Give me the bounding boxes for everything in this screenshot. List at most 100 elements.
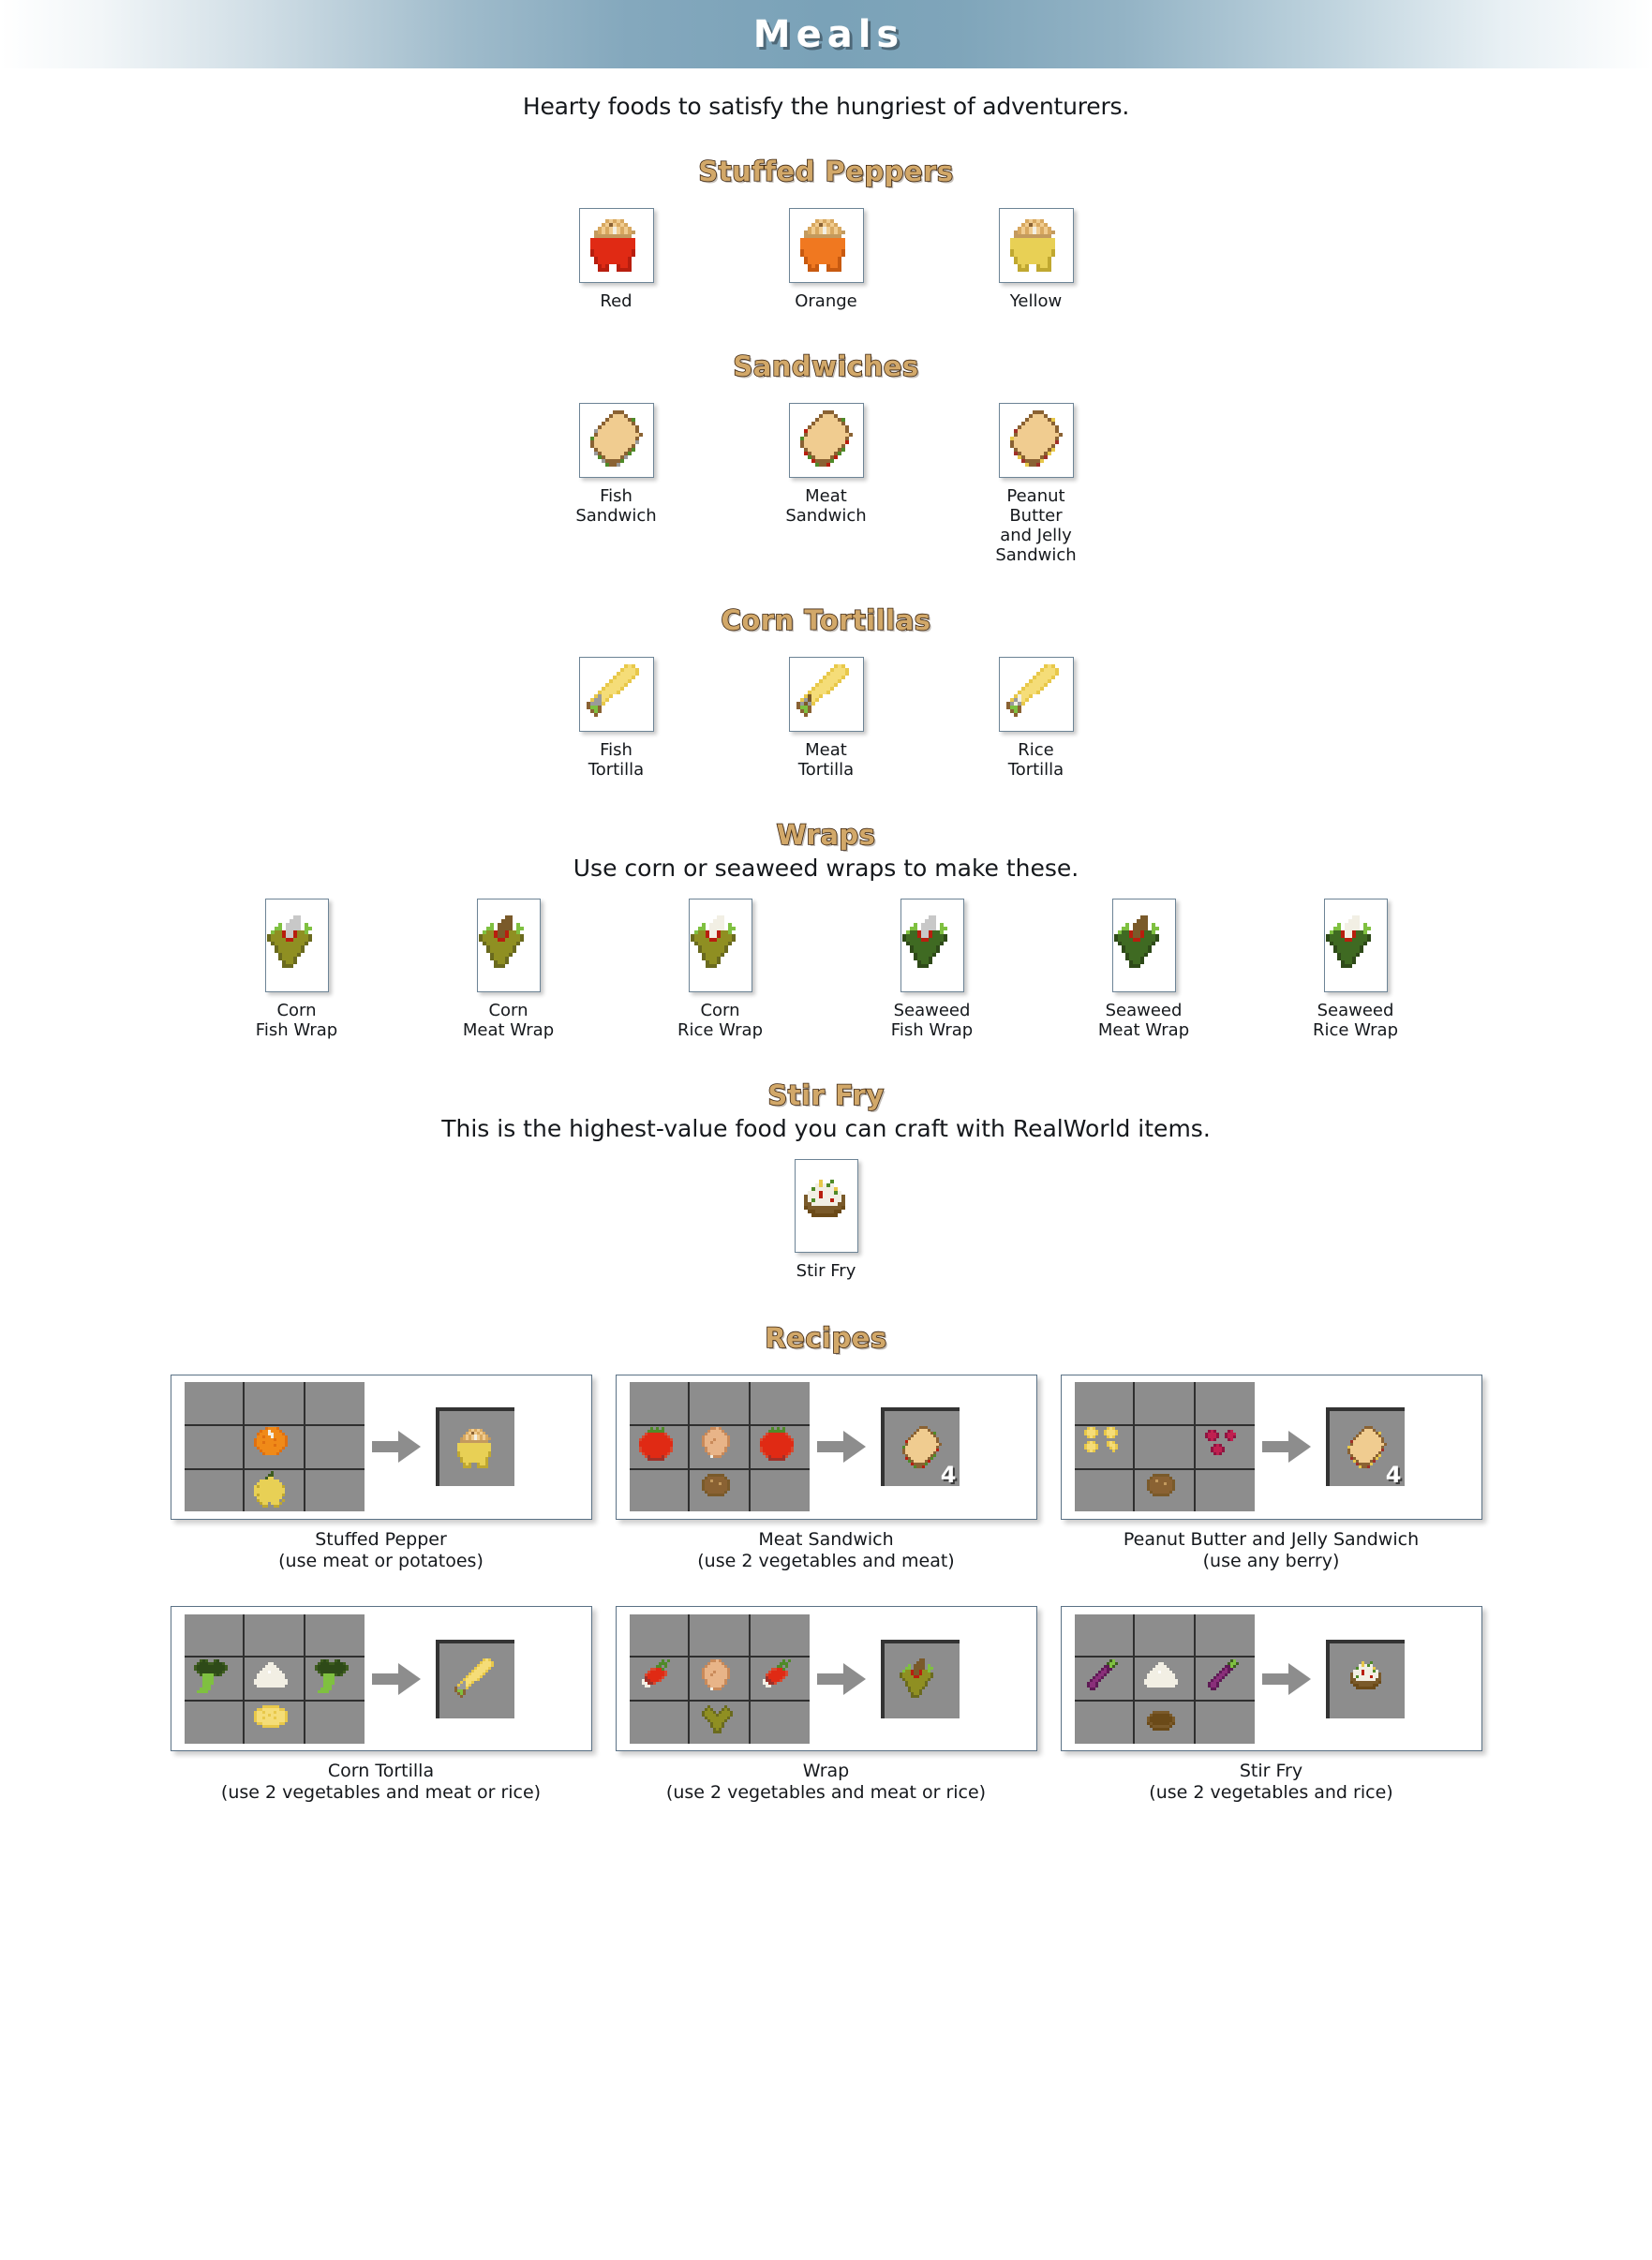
- craft-slot-7[interactable]: [245, 1469, 304, 1512]
- recipe-result-slot[interactable]: [435, 1639, 514, 1718]
- craft-slot-2[interactable]: [305, 1382, 365, 1424]
- craft-slot-8[interactable]: [305, 1701, 365, 1744]
- craft-slot-0[interactable]: [184, 1382, 244, 1424]
- item-stir-fry[interactable]: Stir Fry: [772, 1158, 881, 1281]
- craft-slot-6[interactable]: [1074, 1469, 1134, 1512]
- item-icon-box: [1111, 898, 1176, 992]
- craft-slot-2[interactable]: [305, 1613, 365, 1657]
- item-stuffed-pepper-orange[interactable]: Orange: [770, 207, 883, 311]
- craft-slot-2[interactable]: [750, 1613, 810, 1657]
- craft-slot-4[interactable]: [690, 1658, 749, 1700]
- recipe-result-slot[interactable]: 4: [1325, 1407, 1405, 1487]
- item-meat-sandwich[interactable]: Meat Sandwich: [770, 402, 883, 526]
- craft-slot-8[interactable]: [750, 1469, 810, 1512]
- craft-slot-0[interactable]: [1074, 1613, 1134, 1657]
- item-icon-box: [788, 402, 864, 478]
- craft-slot-4[interactable]: [690, 1425, 749, 1468]
- craft-arrow: [1255, 1662, 1318, 1695]
- craft-slot-5[interactable]: [1195, 1425, 1255, 1468]
- craft-slot-4[interactable]: [245, 1658, 304, 1700]
- item-meat-tortilla[interactable]: Meat Tortilla: [770, 656, 883, 780]
- recipe-result-slot[interactable]: [1325, 1639, 1405, 1718]
- craft-slot-6[interactable]: [1074, 1701, 1134, 1744]
- recipe-label: Stuffed Pepper (use meat or potatoes): [278, 1528, 484, 1571]
- craft-slot-5[interactable]: [305, 1658, 365, 1700]
- craft-slot-2[interactable]: [750, 1382, 810, 1424]
- item-corn-rice-wrap[interactable]: Corn Rice Wrap: [666, 898, 775, 1040]
- recipe-wrap[interactable]: Wrap (use 2 vegetables and meat or rice): [615, 1606, 1037, 1804]
- craft-slot-3[interactable]: [1074, 1658, 1134, 1700]
- stuffed-pepper-yellow-icon: [1006, 216, 1066, 275]
- item-row-wraps: Corn Fish Wrap Corn Meat Wrap Corn Rice Wr…: [0, 898, 1652, 1040]
- craft-slot-3[interactable]: [184, 1425, 244, 1468]
- craft-slot-8[interactable]: [305, 1469, 365, 1512]
- item-stuffed-pepper-red[interactable]: Red: [560, 207, 673, 311]
- craft-slot-7[interactable]: [1135, 1701, 1194, 1744]
- craft-slot-5[interactable]: [1195, 1658, 1255, 1700]
- recipe-pbj-sandwich[interactable]: 4 Peanut Butter and Jelly Sandwich (use a…: [1060, 1374, 1482, 1572]
- craft-slot-7[interactable]: [1135, 1469, 1194, 1512]
- item-fish-tortilla[interactable]: Fish Tortilla: [560, 656, 673, 780]
- item-pbj-sandwich[interactable]: Peanut Butter and Jelly Sandwich: [980, 402, 1093, 565]
- craft-slot-5[interactable]: [305, 1425, 365, 1468]
- item-rice-tortilla[interactable]: Rice Tortilla: [980, 656, 1093, 780]
- craft-slot-6[interactable]: [184, 1701, 244, 1744]
- craft-slot-7[interactable]: [690, 1469, 749, 1512]
- craft-slot-8[interactable]: [750, 1701, 810, 1744]
- craft-slot-8[interactable]: [1195, 1469, 1255, 1512]
- recipe-result-slot[interactable]: 4: [880, 1407, 960, 1487]
- item-stuffed-pepper-yellow[interactable]: Yellow: [980, 207, 1093, 311]
- craft-slot-2[interactable]: [1195, 1382, 1255, 1424]
- berries-icon: [1202, 1426, 1247, 1468]
- craft-slot-4[interactable]: [245, 1425, 304, 1468]
- pbj-sandwich-icon: [1006, 409, 1066, 470]
- recipe-label: Stir Fry (use 2 vegetables and rice): [1149, 1761, 1393, 1804]
- craft-slot-3[interactable]: [1074, 1425, 1134, 1468]
- craft-arrow: [365, 1431, 428, 1464]
- craft-slot-2[interactable]: [1195, 1613, 1255, 1657]
- crafting-grid: [629, 1613, 810, 1744]
- craft-slot-1[interactable]: [690, 1613, 749, 1657]
- recipe-result-slot[interactable]: [880, 1639, 960, 1718]
- craft-slot-0[interactable]: [629, 1613, 689, 1657]
- item-seaweed-fish-wrap[interactable]: Seaweed Fish Wrap: [878, 898, 987, 1040]
- craft-slot-6[interactable]: [629, 1469, 689, 1512]
- craft-slot-5[interactable]: [750, 1425, 810, 1468]
- item-fish-sandwich[interactable]: Fish Sandwich: [560, 402, 673, 526]
- craft-slot-3[interactable]: [184, 1658, 244, 1700]
- stuffed-pepper-red-icon: [587, 216, 647, 275]
- craft-slot-5[interactable]: [750, 1658, 810, 1700]
- craft-slot-1[interactable]: [690, 1382, 749, 1424]
- item-label: Stir Fry: [796, 1260, 856, 1281]
- recipe-result-slot[interactable]: [435, 1407, 514, 1487]
- craft-slot-0[interactable]: [1074, 1382, 1134, 1424]
- craft-slot-6[interactable]: [629, 1701, 689, 1744]
- item-corn-fish-wrap[interactable]: Corn Fish Wrap: [243, 898, 351, 1040]
- section-note-stir-fry: This is the highest-value food you can c…: [441, 1114, 1211, 1142]
- craft-slot-7[interactable]: [690, 1701, 749, 1744]
- recipe-meat-sandwich[interactable]: 4 Meat Sandwich (use 2 vegetables and mea…: [615, 1374, 1037, 1572]
- craft-slot-7[interactable]: [245, 1701, 304, 1744]
- craft-slot-6[interactable]: [184, 1469, 244, 1512]
- crafting-grid: [184, 1613, 365, 1744]
- craft-slot-0[interactable]: [184, 1613, 244, 1657]
- recipe-corn-tortilla[interactable]: Corn Tortilla (use 2 vegetables and meat…: [170, 1606, 592, 1804]
- craft-slot-4[interactable]: [1135, 1658, 1194, 1700]
- craft-slot-3[interactable]: [629, 1658, 689, 1700]
- craft-slot-1[interactable]: [245, 1613, 304, 1657]
- recipe-label: Corn Tortilla (use 2 vegetables and meat…: [220, 1761, 542, 1804]
- craft-slot-0[interactable]: [629, 1382, 689, 1424]
- craft-slot-4[interactable]: [1135, 1425, 1194, 1468]
- item-corn-meat-wrap[interactable]: Corn Meat Wrap: [454, 898, 563, 1040]
- recipe-stir-fry[interactable]: Stir Fry (use 2 vegetables and rice): [1060, 1606, 1482, 1804]
- recipe-stuffed-pepper[interactable]: Stuffed Pepper (use meat or potatoes): [170, 1374, 592, 1572]
- recipe-row: Stuffed Pepper (use meat or potatoes) 4 Me…: [0, 1374, 1652, 1572]
- item-seaweed-rice-wrap[interactable]: Seaweed Rice Wrap: [1302, 898, 1410, 1040]
- craft-slot-3[interactable]: [629, 1425, 689, 1468]
- craft-slot-1[interactable]: [1135, 1613, 1194, 1657]
- craft-slot-1[interactable]: [245, 1382, 304, 1424]
- item-label: Orange: [795, 290, 857, 311]
- craft-slot-8[interactable]: [1195, 1701, 1255, 1744]
- craft-slot-1[interactable]: [1135, 1382, 1194, 1424]
- item-seaweed-meat-wrap[interactable]: Seaweed Meat Wrap: [1090, 898, 1198, 1040]
